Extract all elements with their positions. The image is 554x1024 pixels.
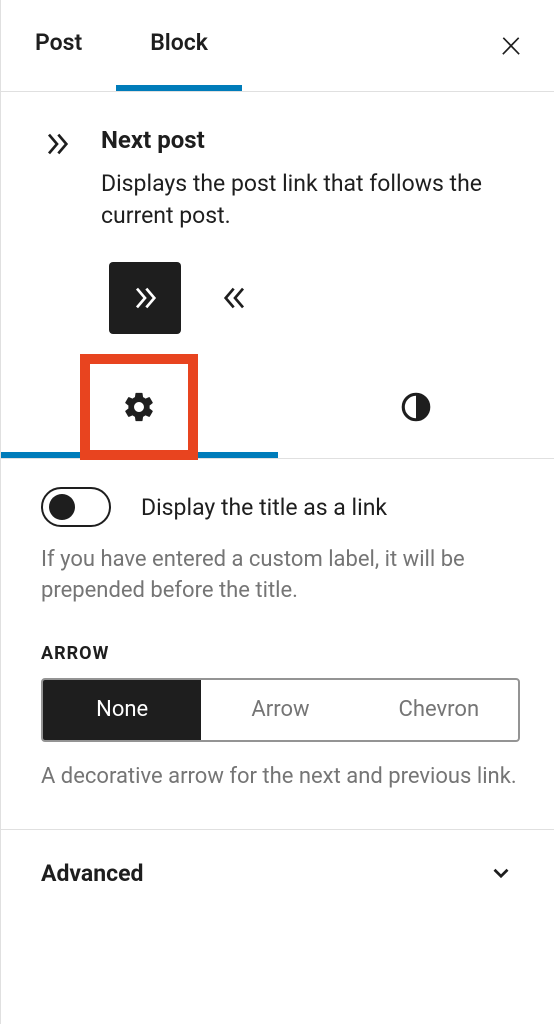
double-chevron-left-icon [219, 282, 251, 314]
close-button[interactable] [484, 19, 538, 73]
subtab-settings[interactable] [1, 362, 278, 458]
tab-post[interactable]: Post [1, 0, 116, 91]
display-title-help: If you have entered a custom label, it w… [41, 545, 520, 607]
arrow-option-none[interactable]: None [43, 680, 201, 740]
chevron-down-icon [488, 860, 514, 886]
subtab-styles[interactable] [278, 362, 554, 458]
tab-block[interactable]: Block [116, 0, 242, 91]
display-title-toggle[interactable] [41, 487, 111, 527]
settings-tab-content: Display the title as a link If you have … [1, 459, 554, 828]
inspector-subtabs [1, 362, 554, 459]
variant-next[interactable] [109, 262, 181, 334]
block-header: Next post Displays the post link that fo… [1, 92, 554, 242]
display-title-toggle-row: Display the title as a link [41, 487, 520, 527]
advanced-panel-toggle[interactable]: Advanced [1, 830, 554, 917]
next-post-icon [41, 126, 73, 232]
styles-icon [399, 390, 433, 424]
arrow-help: A decorative arrow for the next and prev… [41, 762, 520, 793]
block-variants [1, 242, 554, 334]
block-description: Displays the post link that follows the … [101, 168, 520, 232]
sidebar-tabs: Post Block [1, 0, 554, 92]
double-chevron-right-icon [129, 282, 161, 314]
display-title-label: Display the title as a link [141, 494, 387, 521]
arrow-field-label: Arrow [41, 643, 520, 664]
block-title: Next post [101, 126, 520, 154]
close-icon [497, 32, 525, 60]
arrow-option-arrow[interactable]: Arrow [201, 680, 359, 740]
block-settings-panel: Post Block Next post Displays the post l… [0, 0, 554, 1024]
arrow-option-chevron[interactable]: Chevron [360, 680, 518, 740]
arrow-segmented-control: None Arrow Chevron [41, 678, 520, 742]
toggle-knob [49, 494, 75, 520]
advanced-label: Advanced [41, 860, 143, 887]
gear-icon [122, 390, 156, 424]
variant-prev[interactable] [199, 262, 271, 334]
